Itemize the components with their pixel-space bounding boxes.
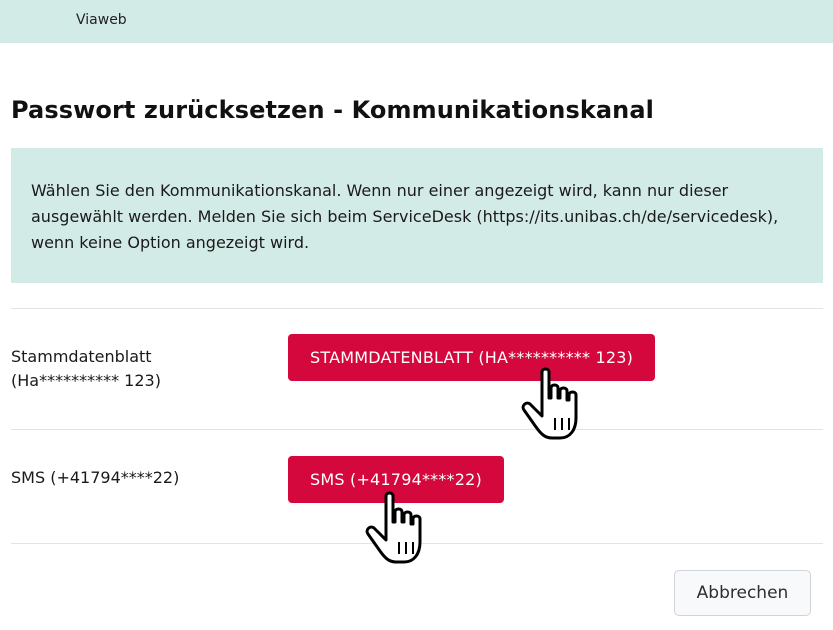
top-bar: Viaweb xyxy=(0,0,833,43)
channel-label-sms: SMS (+41794****22) xyxy=(11,466,271,490)
page-title: Passwort zurücksetzen - Kommunikationska… xyxy=(11,96,654,124)
info-box: Wählen Sie den Kommunikationskanal. Wenn… xyxy=(11,148,823,283)
channel-label-line: (Ha********** 123) xyxy=(11,371,161,390)
sms-button[interactable]: SMS (+41794****22) xyxy=(288,456,504,503)
brand-link[interactable]: Viaweb xyxy=(76,12,127,28)
channel-label-line: SMS (+41794****22) xyxy=(11,468,180,487)
channel-label-line: Stammdatenblatt xyxy=(11,347,152,366)
cancel-button[interactable]: Abbrechen xyxy=(674,570,811,616)
stammdatenblatt-button[interactable]: STAMMDATENBLATT (HA********** 123) xyxy=(288,334,656,381)
info-text: Wählen Sie den Kommunikationskanal. Wenn… xyxy=(31,181,779,252)
channel-label-stammdatenblatt: Stammdatenblatt (Ha********** 123) xyxy=(11,345,271,393)
divider xyxy=(11,543,823,544)
divider xyxy=(11,308,823,309)
divider xyxy=(11,429,823,430)
